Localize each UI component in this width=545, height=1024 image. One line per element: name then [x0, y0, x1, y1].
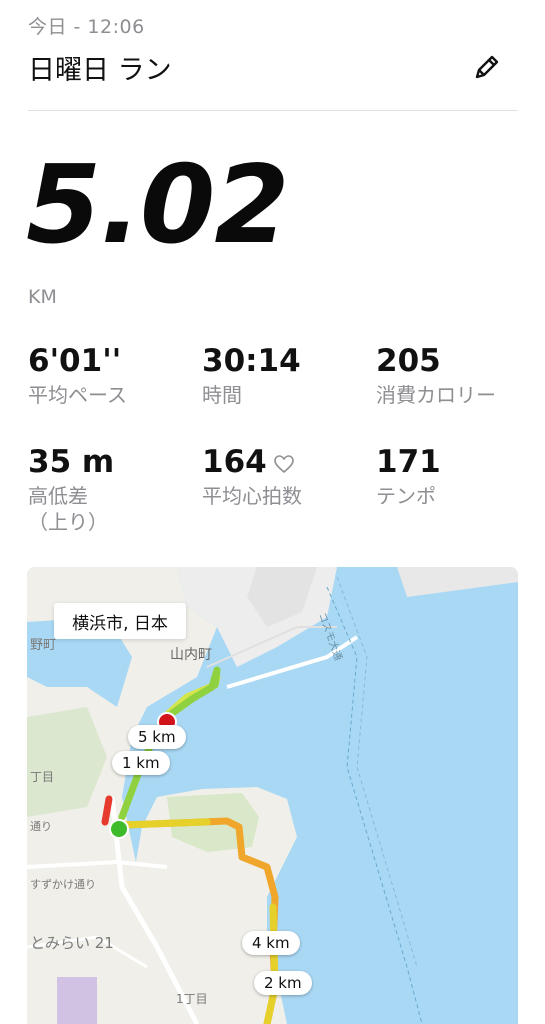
divider: [28, 110, 518, 111]
stat-elevation-value: 35 m: [28, 444, 115, 480]
km-marker-2: 2 km: [254, 971, 312, 995]
km-marker-5: 5 km: [128, 725, 186, 749]
map-place-minatomirai: とみらい 21: [30, 934, 114, 952]
stat-heart-rate-value-row: 164: [202, 445, 372, 479]
map-place-suzukake: すずかけ通り: [30, 878, 96, 891]
map-place-1chome: 1丁目: [176, 992, 208, 1006]
stat-avg-pace-value: 6'01'': [28, 343, 122, 379]
map-place-chome-west: 丁目: [30, 770, 55, 784]
date-label: 今日 - 12:06: [28, 16, 145, 38]
map-place-dori: 通り: [30, 820, 52, 833]
edit-button[interactable]: [470, 50, 504, 84]
map-place-yamauchi: 山内町: [170, 647, 212, 663]
distance-value: 5.02: [26, 143, 289, 268]
route-segment-east-yellow: [118, 818, 211, 829]
map-location-badge: 横浜市, 日本: [54, 603, 186, 639]
map-district-block: [57, 977, 97, 1024]
heart-outline-icon: [273, 454, 294, 473]
km-marker-1: 1 km: [112, 751, 170, 775]
run-title: 日曜日 ラン: [28, 55, 172, 86]
stat-heart-rate-label: 平均心拍数: [202, 484, 302, 509]
stat-elevation-label: 高低差 （上り）: [28, 484, 108, 535]
route-segment-west-red: [101, 795, 113, 826]
stat-cadence: 171 テンポ: [376, 445, 545, 509]
stat-heart-rate: 164 平均心拍数: [202, 445, 372, 509]
stat-avg-pace-label: 平均ペース: [28, 383, 127, 408]
distance-unit: KM: [28, 286, 57, 308]
map-place-nomachi: 野町: [30, 638, 57, 653]
stat-cadence-label: テンポ: [376, 484, 436, 509]
stat-time-value: 30:14: [202, 343, 301, 379]
stat-calories-value: 205: [376, 343, 441, 379]
stat-calories: 205 消費カロリー: [376, 344, 545, 408]
stat-avg-pace: 6'01'' 平均ペース: [28, 344, 198, 408]
stat-heart-rate-value: 164: [202, 444, 267, 480]
route-start-marker: [109, 819, 129, 839]
stat-time-label: 時間: [202, 383, 242, 408]
stat-time: 30:14 時間: [202, 344, 372, 408]
stat-elevation: 35 m 高低差 （上り）: [28, 445, 198, 535]
stat-calories-label: 消費カロリー: [376, 383, 496, 408]
pencil-icon: [475, 55, 499, 79]
km-marker-4: 4 km: [242, 931, 300, 955]
stat-cadence-value: 171: [376, 444, 441, 480]
